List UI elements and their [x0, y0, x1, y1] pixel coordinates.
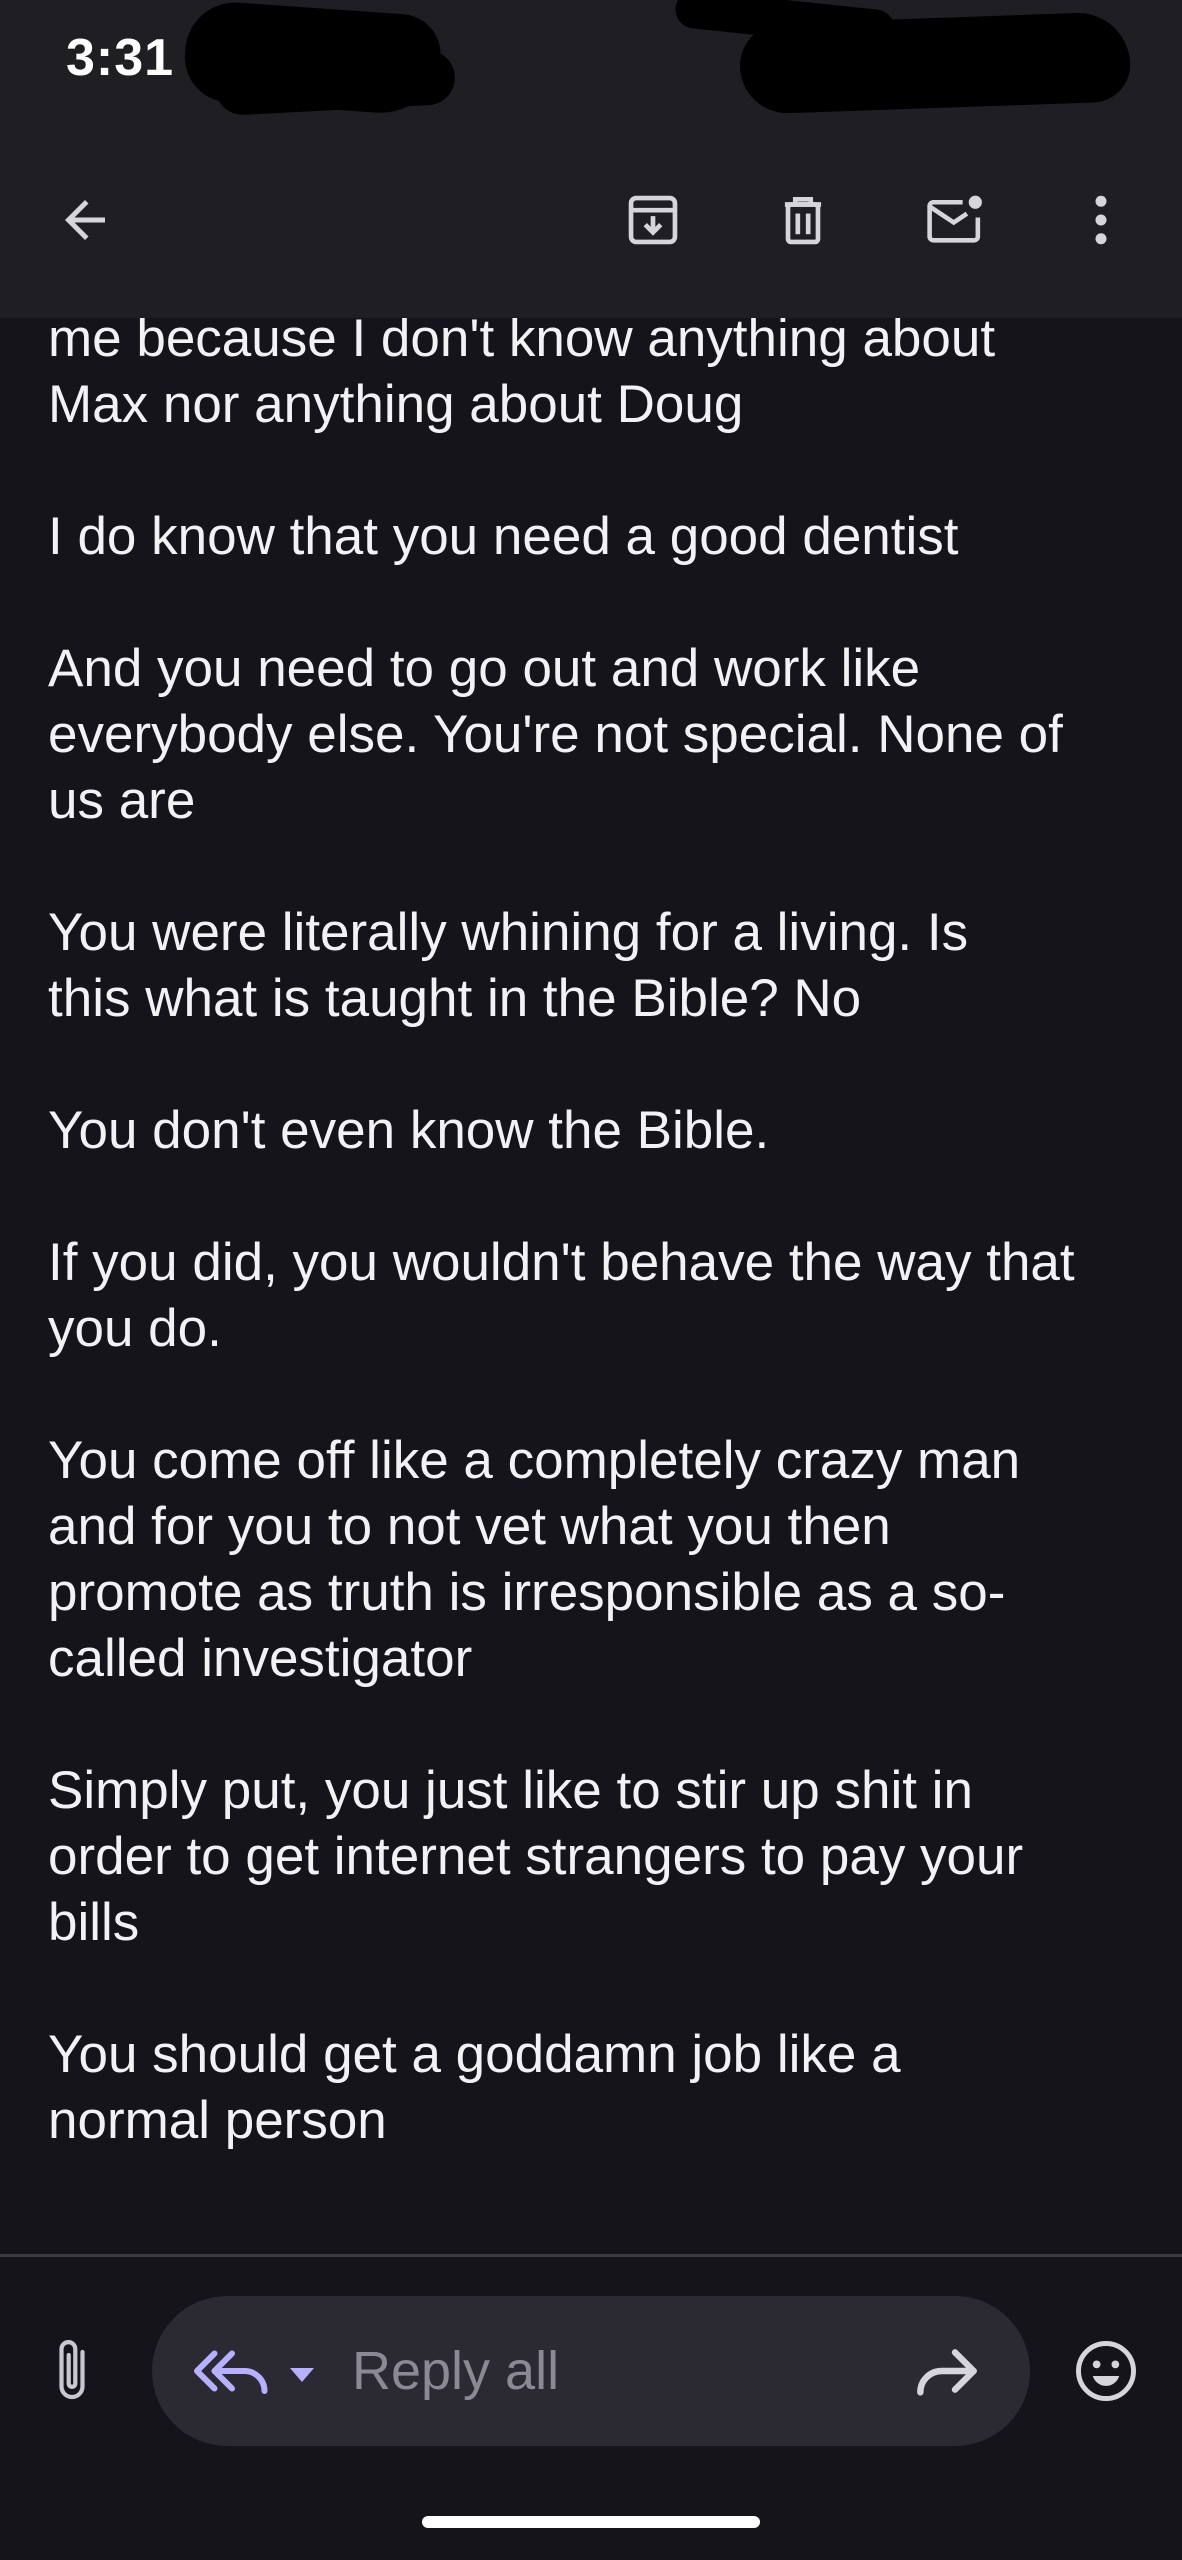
emoji-button[interactable] [1066, 2326, 1146, 2416]
status-bar: 3:31 [0, 0, 1182, 120]
email-paragraph: You should get a goddamn job like a norm… [48, 2025, 901, 2150]
paperclip-icon [59, 2340, 85, 2400]
email-paragraph: Simply put, you just like to stir up shi… [48, 1761, 1024, 1952]
archive-icon [628, 195, 678, 245]
back-button[interactable] [40, 160, 130, 280]
home-indicator[interactable] [422, 2516, 760, 2528]
email-paragraph: I do know that you need a good dentist [48, 507, 959, 566]
redaction-mark [213, 48, 457, 117]
reply-bar-divider [0, 2254, 1182, 2257]
email-paragraph: And you need to go out and work like eve… [48, 639, 1063, 830]
email-body: me because I don't know anything about M… [48, 306, 1148, 2220]
mark-unread-button[interactable] [910, 160, 1000, 280]
caret-down-icon[interactable] [282, 2354, 322, 2394]
top-app-bar: 3:31 [0, 0, 1182, 318]
reply-all-label: Reply all [352, 2341, 560, 2401]
arrow-left-icon [65, 200, 105, 240]
email-paragraph: You were literally whining for a living.… [48, 903, 969, 1028]
forward-icon[interactable] [912, 2339, 982, 2403]
email-paragraph: You don't even know the Bible. [48, 1101, 770, 1160]
mail-unread-icon [927, 195, 982, 243]
email-screen: me because I don't know anything about M… [0, 0, 1182, 2560]
archive-button[interactable] [608, 160, 698, 280]
reply-all-bar[interactable]: Reply all [152, 2296, 1030, 2446]
reply-all-icon [194, 2350, 268, 2394]
attach-button[interactable] [32, 2320, 112, 2420]
email-paragraph: If you did, you wouldn't behave the way … [48, 1233, 1075, 1358]
status-time: 3:31 [66, 29, 175, 87]
delete-button[interactable] [758, 160, 848, 280]
email-toolbar [0, 160, 1182, 280]
email-paragraph: You come off like a completely crazy man… [48, 1431, 1021, 1688]
trash-icon [784, 197, 822, 245]
email-paragraph: me because I don't know anything about M… [48, 309, 996, 434]
redaction-mark [738, 11, 1132, 115]
more-options-button[interactable] [1056, 160, 1146, 280]
more-vert-icon [1095, 195, 1107, 245]
emoji-icon [1076, 2341, 1136, 2401]
